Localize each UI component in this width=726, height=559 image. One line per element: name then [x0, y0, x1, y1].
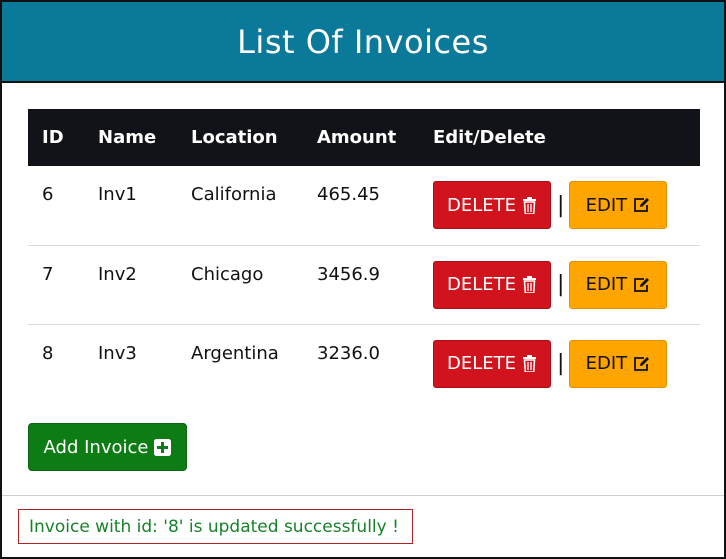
table-header-row: ID Name Location Amount Edit/Delete [28, 109, 700, 166]
cell-actions: DELETE | EDIT [433, 245, 700, 324]
edit-pencil-square-icon [633, 277, 651, 293]
table-row: 6 Inv1 California 465.45 DELETE | EDIT [28, 166, 700, 245]
edit-pencil-square-icon [633, 356, 651, 372]
status-message: Invoice with id: '8' is updated successf… [18, 509, 413, 544]
page-title: List Of Invoices [237, 22, 489, 61]
cell-location: Chicago [191, 245, 317, 324]
edit-button-label: EDIT [585, 274, 628, 295]
cell-amount: 3456.9 [317, 245, 433, 324]
cell-actions: DELETE | EDIT [433, 324, 700, 403]
delete-button-label: DELETE [446, 353, 516, 374]
delete-button-label: DELETE [446, 194, 516, 216]
table-row: 7 Inv2 Chicago 3456.9 DELETE | EDIT [28, 245, 700, 324]
cell-actions: DELETE | EDIT [433, 166, 700, 245]
delete-button[interactable]: DELETE [433, 181, 551, 229]
cell-name-text: Inv3 [98, 342, 137, 364]
edit-button-label: EDIT [585, 353, 628, 374]
app-frame: List Of Invoices ID Name Location Amount… [0, 0, 726, 559]
table-row: 8 Inv3 Argentina 3236.0 DELETE | EDIT [28, 324, 700, 403]
column-header-edit-delete: Edit/Delete [433, 127, 546, 148]
cell-location-text: California [191, 184, 277, 205]
cell-name: Inv2 [98, 245, 191, 324]
trash-icon [522, 196, 537, 214]
cell-location: Argentina [191, 324, 317, 403]
cell-name-text: Inv1 [98, 184, 137, 205]
cell-id-text: 7 [42, 263, 54, 285]
cell-amount: 465.45 [317, 166, 433, 245]
column-header-id: ID [42, 127, 64, 148]
column-header-name: Name [98, 127, 157, 148]
column-header-location: Location [191, 127, 278, 148]
add-invoice-label: Add Invoice [43, 436, 149, 458]
page-header: List Of Invoices [2, 2, 724, 83]
delete-button-label: DELETE [446, 274, 516, 295]
trash-icon [522, 276, 537, 293]
cell-id-text: 6 [42, 184, 54, 205]
action-separator: | [557, 272, 565, 297]
cell-amount: 3236.0 [317, 324, 433, 403]
cell-name: Inv1 [98, 166, 191, 245]
action-separator: | [557, 192, 565, 218]
invoice-table-container: ID Name Location Amount Edit/Delete 6 In… [28, 109, 700, 403]
edit-pencil-square-icon [633, 197, 651, 213]
column-header-amount: Amount [317, 127, 397, 148]
row-actions: DELETE | EDIT [433, 166, 700, 229]
cell-name: Inv3 [98, 324, 191, 403]
cell-name-text: Inv2 [98, 263, 137, 285]
trash-icon [522, 355, 537, 372]
table-header: ID Name Location Amount Edit/Delete [28, 109, 700, 166]
delete-button[interactable]: DELETE [433, 339, 551, 388]
table-body: 6 Inv1 California 465.45 DELETE | EDIT 7… [28, 166, 700, 403]
cell-amount-text: 3236.0 [317, 342, 380, 364]
cell-amount-text: 3456.9 [317, 263, 380, 285]
plus-square-icon [154, 438, 172, 456]
add-invoice-button[interactable]: Add Invoice [28, 423, 187, 471]
delete-button[interactable]: DELETE [433, 260, 551, 309]
edit-button-label: EDIT [585, 194, 628, 216]
cell-id: 7 [28, 245, 98, 324]
action-separator: | [557, 351, 565, 376]
edit-button[interactable]: EDIT [569, 181, 668, 229]
cell-location-text: Argentina [191, 342, 279, 364]
cell-id-text: 8 [42, 342, 54, 364]
footer-divider [2, 495, 724, 496]
cell-location: California [191, 166, 317, 245]
edit-button[interactable]: EDIT [569, 260, 668, 309]
cell-id: 6 [28, 166, 98, 245]
cell-location-text: Chicago [191, 263, 264, 285]
cell-amount-text: 465.45 [317, 184, 380, 205]
row-actions: DELETE | EDIT [433, 325, 700, 388]
row-actions: DELETE | EDIT [433, 246, 700, 309]
edit-button[interactable]: EDIT [569, 339, 668, 388]
invoice-table: ID Name Location Amount Edit/Delete 6 In… [28, 109, 700, 403]
cell-id: 8 [28, 324, 98, 403]
